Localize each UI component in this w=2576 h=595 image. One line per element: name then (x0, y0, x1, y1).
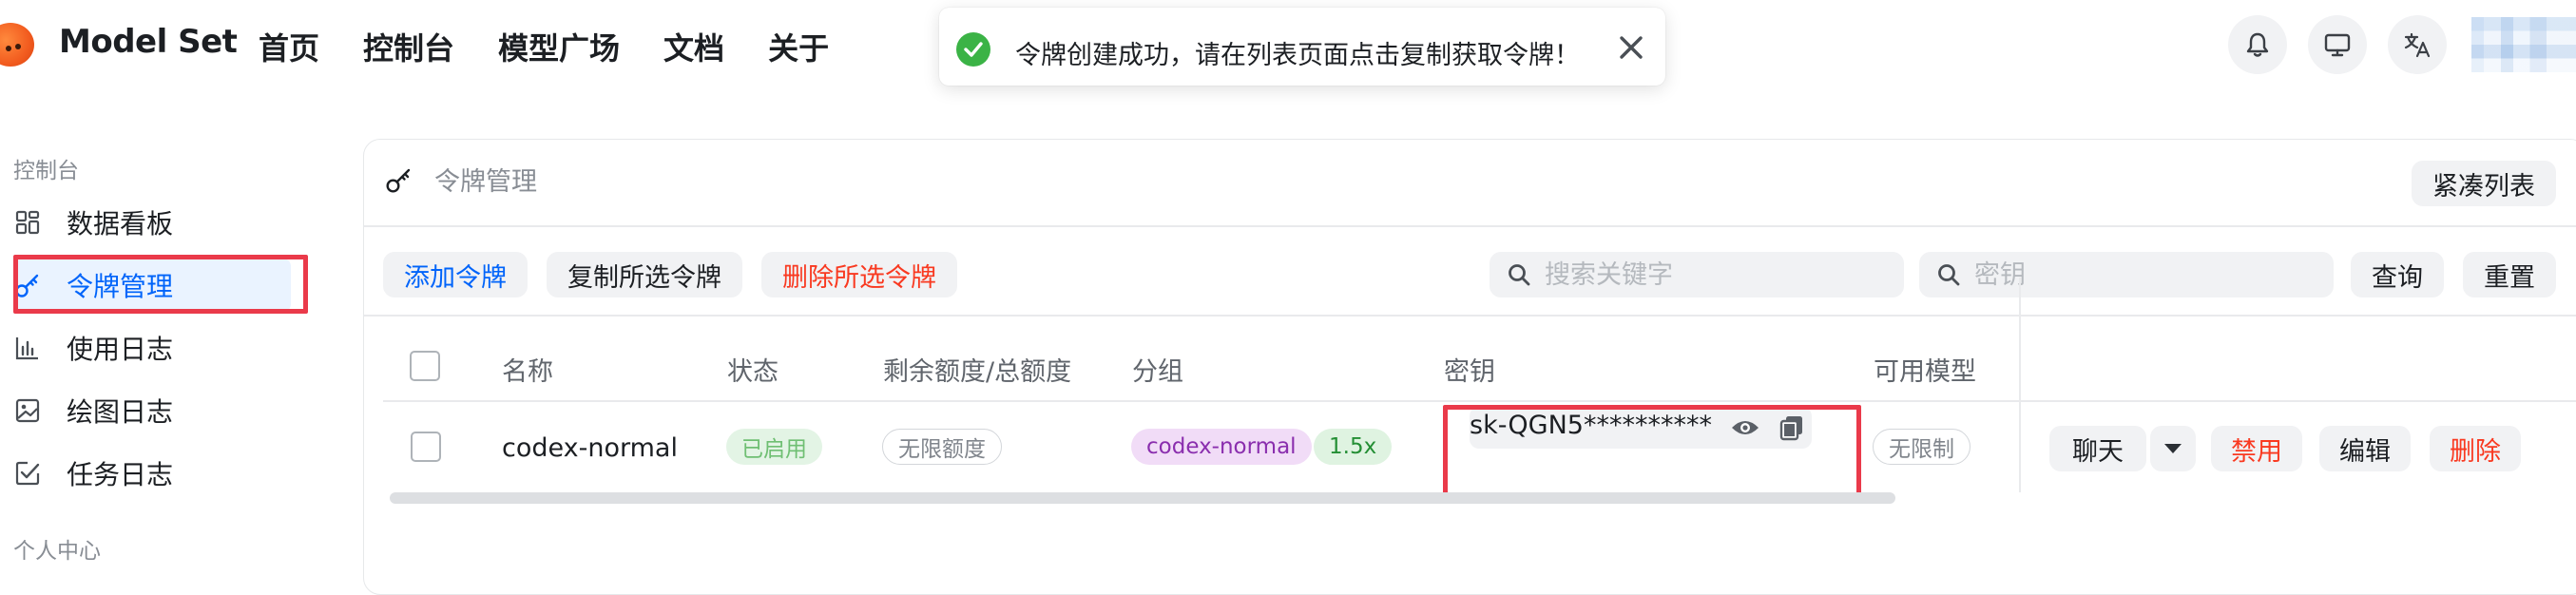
checklist-icon (13, 459, 42, 488)
notification-button[interactable] (2228, 15, 2287, 74)
nav-docs[interactable]: 文档 (663, 25, 724, 68)
sidebar-item-usage-log[interactable]: 使用日志 (13, 321, 291, 374)
top-navbar: Model Set 首页 控制台 模型广场 文档 关于 令牌创建成功，请在列表页… (0, 0, 2576, 87)
success-toast: 令牌创建成功，请在列表页面点击复制获取令牌！ (939, 8, 1665, 86)
quota-badge: 无限额度 (882, 429, 1002, 465)
compact-list-button[interactable]: 紧凑列表 (2412, 161, 2556, 206)
nav-model-square[interactable]: 模型广场 (498, 25, 620, 68)
column-header-models: 可用模型 (1874, 357, 1976, 387)
sidebar-section-console: 控制台 (13, 159, 79, 183)
chat-button[interactable]: 聊天 (2049, 426, 2146, 471)
edit-button[interactable]: 编辑 (2319, 426, 2411, 471)
column-divider (2019, 278, 2021, 492)
horizontal-scrollbar[interactable] (390, 492, 1895, 504)
sidebar-item-label: 使用日志 (67, 334, 174, 365)
bar-chart-icon (13, 334, 42, 362)
keyword-search[interactable] (1490, 252, 1904, 298)
group-badge: codex-normal (1131, 429, 1312, 465)
search-icon (1507, 262, 1531, 287)
token-panel: 令牌管理 紧凑列表 添加令牌 复制所选令牌 删除所选令牌 查询 重置 名称 状态… (363, 139, 2576, 595)
column-header-key: 密钥 (1444, 357, 1495, 387)
logo-eye (15, 44, 21, 49)
panel-header: 令牌管理 (385, 161, 537, 198)
panel-title: 令牌管理 (434, 167, 537, 197)
sidebar-item-dashboard[interactable]: 数据看板 (13, 196, 291, 249)
select-all-checkbox[interactable] (410, 351, 440, 381)
chevron-down-icon (2164, 444, 2182, 453)
language-button[interactable] (2388, 15, 2447, 74)
main-nav: 首页 控制台 模型广场 文档 关于 (259, 25, 829, 68)
key-icon (386, 168, 411, 193)
column-header-name: 名称 (502, 357, 553, 387)
sidebar-section-personal: 个人中心 (13, 539, 101, 564)
disable-button[interactable]: 禁用 (2211, 426, 2302, 471)
column-header-quota: 剩余额度/总额度 (883, 357, 1072, 387)
divider (364, 315, 2576, 317)
row-checkbox[interactable] (411, 432, 441, 462)
user-avatar[interactable] (2471, 17, 2576, 72)
key-search-input[interactable] (1974, 259, 2297, 290)
models-badge: 无限制 (1873, 429, 1970, 465)
success-check-icon (956, 32, 990, 67)
column-header-status: 状态 (727, 357, 779, 387)
sidebar-item-label: 任务日志 (67, 459, 174, 490)
theme-button[interactable] (2308, 15, 2367, 74)
sidebar-item-task-log[interactable]: 任务日志 (13, 447, 291, 500)
highlight-box (13, 255, 308, 314)
translate-icon (2404, 32, 2431, 58)
copy-selected-button[interactable]: 复制所选令牌 (547, 252, 742, 298)
brand-name[interactable]: Model Set (59, 23, 238, 61)
monitor-icon (2324, 33, 2351, 57)
column-header-group: 分组 (1132, 357, 1183, 387)
add-token-button[interactable]: 添加令牌 (383, 252, 528, 298)
logo-eye (6, 46, 11, 51)
sidebar-item-drawing-log[interactable]: 绘图日志 (13, 384, 291, 437)
token-name: codex-normal (502, 433, 678, 463)
reset-button[interactable]: 重置 (2463, 252, 2556, 298)
ratio-badge: 1.5x (1314, 429, 1393, 465)
search-icon (1936, 262, 1961, 287)
sidebar-item-label: 数据看板 (67, 208, 174, 240)
close-icon[interactable] (1618, 34, 1644, 61)
keyword-search-input[interactable] (1545, 259, 1868, 290)
nav-home[interactable]: 首页 (259, 25, 319, 68)
delete-selected-button[interactable]: 删除所选令牌 (761, 252, 957, 298)
dashboard-icon (13, 208, 42, 237)
sidebar-item-label: 绘图日志 (67, 396, 174, 428)
toast-message: 令牌创建成功，请在列表页面点击复制获取令牌！ (1015, 41, 1580, 70)
status-badge: 已启用 (726, 429, 822, 465)
highlight-box (1443, 405, 1861, 498)
chat-dropdown-button[interactable] (2150, 426, 2196, 471)
logo[interactable] (0, 19, 42, 68)
delete-button[interactable]: 删除 (2430, 426, 2521, 471)
bell-icon (2246, 32, 2269, 57)
sidebar: 控制台 数据看板 令牌管理 使用日志 绘图日志 任务日志 个人中心 (0, 87, 361, 578)
key-search[interactable] (1919, 252, 2334, 298)
nav-about[interactable]: 关于 (768, 25, 829, 68)
query-button[interactable]: 查询 (2351, 252, 2444, 298)
image-icon (13, 396, 42, 425)
nav-console[interactable]: 控制台 (363, 25, 454, 68)
divider (364, 225, 2576, 227)
